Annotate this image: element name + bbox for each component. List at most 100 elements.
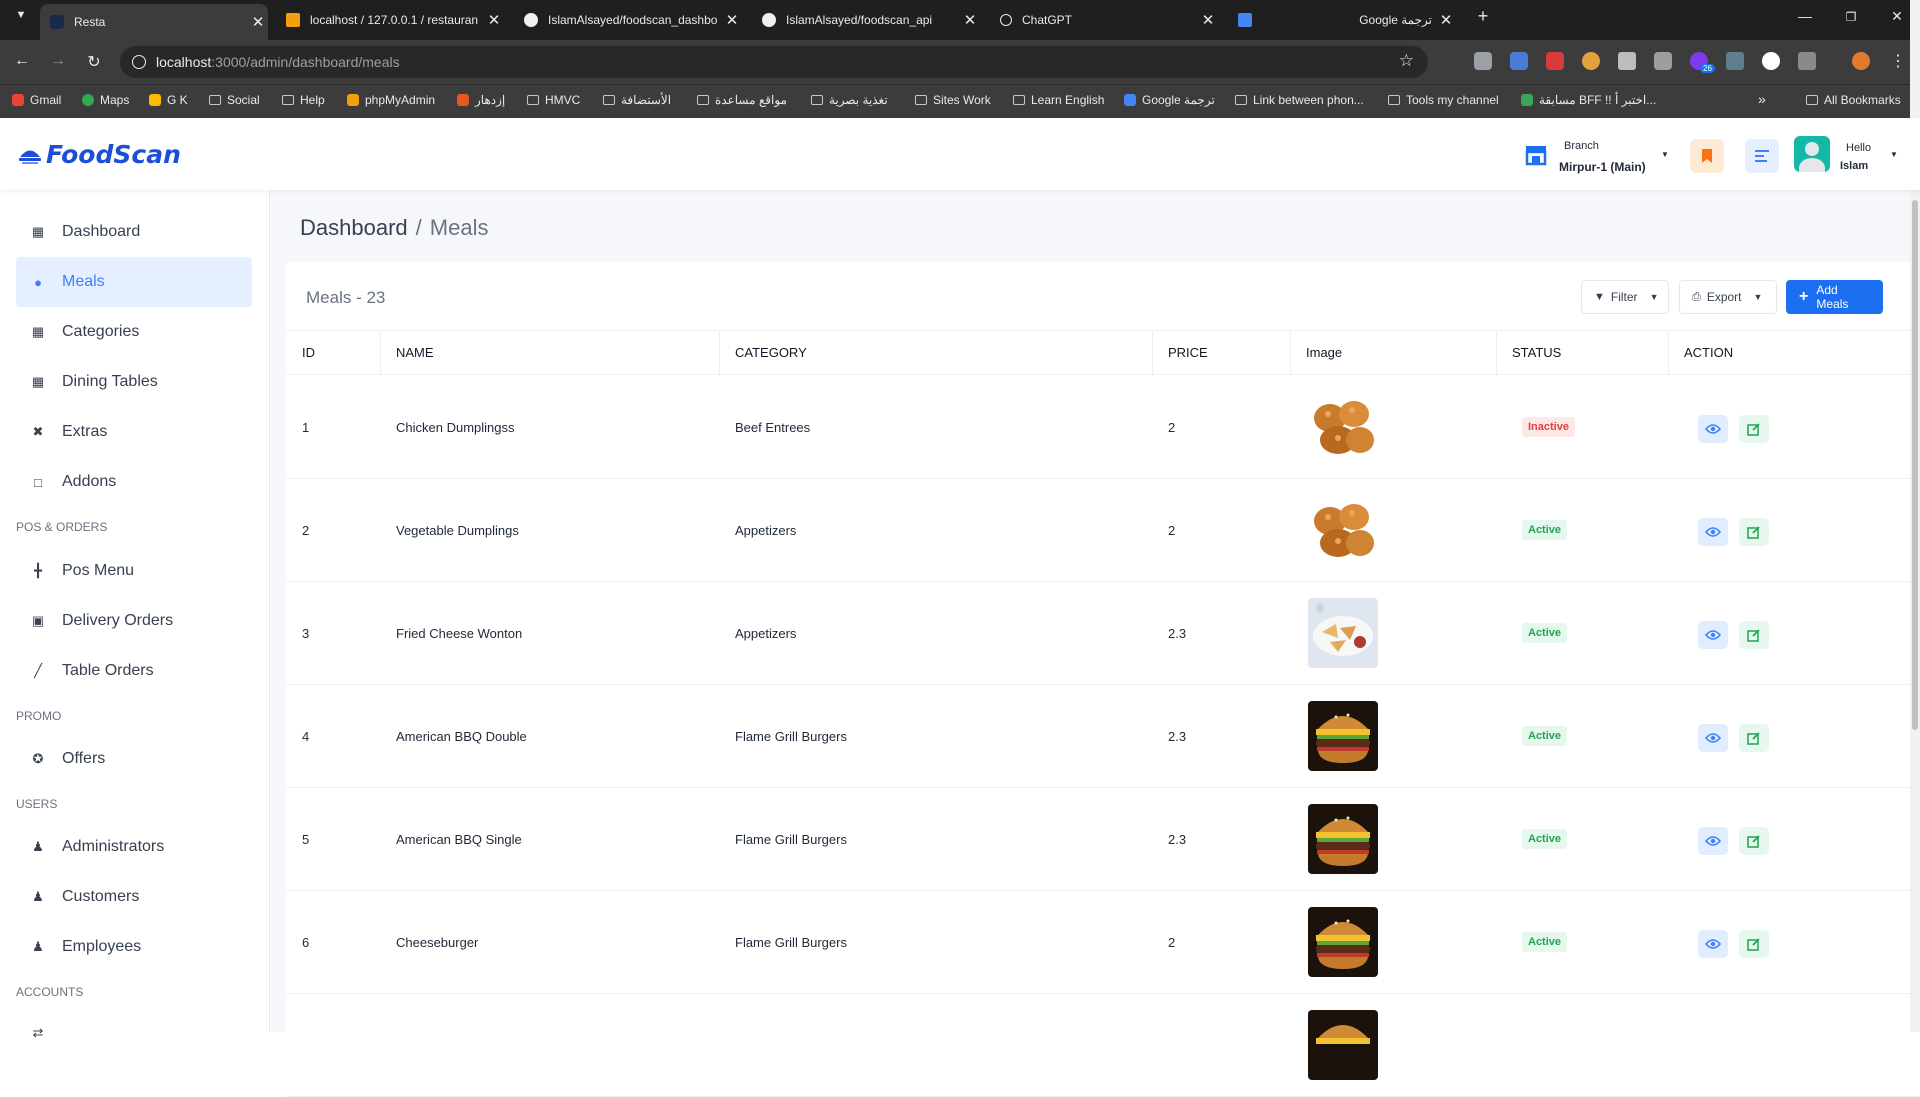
avatar[interactable]: [1794, 136, 1830, 172]
close-icon[interactable]: ✕: [1198, 11, 1218, 29]
bookmark-bff-quiz[interactable]: مسابقة BFF !! اختبر أ...: [1521, 93, 1656, 107]
back-icon[interactable]: ←: [10, 52, 34, 70]
bookmark-phpmyadmin[interactable]: phpMyAdmin: [347, 93, 435, 107]
sidebar-item-extras[interactable]: ✖ Extras: [16, 407, 252, 457]
bookmark-tools-channel[interactable]: Tools my channel: [1388, 93, 1499, 107]
edit-button[interactable]: [1739, 415, 1769, 443]
bookmark-orders-button[interactable]: [1690, 139, 1724, 173]
tab-resta[interactable]: Resta ✕: [40, 4, 268, 40]
user-name[interactable]: Islam: [1840, 160, 1868, 172]
view-button[interactable]: [1698, 621, 1728, 649]
close-icon[interactable]: ✕: [248, 13, 268, 31]
sidebar-item-administrators[interactable]: ♟ Administrators: [16, 822, 252, 872]
tab-github-dashboard[interactable]: IslamAlsayed/foodscan_dashbo ✕: [514, 6, 742, 34]
bookmark-izdihar[interactable]: إزدهار: [457, 93, 505, 107]
edit-button[interactable]: [1739, 724, 1769, 752]
sidebar-item-categories[interactable]: ▦ Categories: [16, 307, 252, 357]
view-button[interactable]: [1698, 827, 1728, 855]
bookmark-google-translate[interactable]: Google ترجمة: [1124, 93, 1215, 107]
edit-button[interactable]: [1739, 621, 1769, 649]
forward-icon[interactable]: →: [46, 52, 70, 70]
vue-devtools-icon[interactable]: [1618, 52, 1636, 70]
chevron-down-icon[interactable]: ▼: [1661, 150, 1669, 159]
view-button[interactable]: [1698, 518, 1728, 546]
new-tab-icon[interactable]: +: [1468, 6, 1498, 27]
sidebar-item-customers[interactable]: ♟ Customers: [16, 872, 252, 922]
bookmark-sites-work[interactable]: Sites Work: [915, 93, 991, 107]
site-info-icon[interactable]: [132, 55, 146, 69]
restore-icon[interactable]: ❐: [1836, 10, 1866, 24]
sidebar-item-partial[interactable]: ⇄: [16, 1008, 252, 1058]
address-bar[interactable]: localhost:3000/admin/dashboard/meals ☆: [120, 46, 1428, 78]
edit-button[interactable]: [1739, 827, 1769, 855]
breadcrumb-root[interactable]: Dashboard: [300, 215, 408, 240]
bookmark-maps[interactable]: Maps: [82, 93, 129, 107]
sidebar-item-dining-tables[interactable]: ▦ Dining Tables: [16, 357, 252, 407]
close-icon[interactable]: ✕: [1436, 11, 1456, 29]
window-close-icon[interactable]: ✕: [1882, 8, 1912, 25]
filter-button[interactable]: ▼ Filter ▼: [1581, 280, 1669, 314]
chevron-down-icon[interactable]: ▼: [1890, 150, 1898, 159]
column-header-category[interactable]: CATEGORY: [735, 345, 807, 360]
bookmark-gmail[interactable]: Gmail: [12, 93, 61, 107]
tab-github-api[interactable]: IslamAlsayed/foodscan_api ✕: [752, 6, 980, 34]
view-button[interactable]: [1698, 724, 1728, 752]
menu-toggle-button[interactable]: [1745, 139, 1779, 173]
bookmark-learn-english[interactable]: Learn English: [1013, 93, 1104, 107]
bookmark-link-between[interactable]: Link between phon...: [1235, 93, 1364, 107]
bookmark-star-icon[interactable]: ☆: [1399, 51, 1414, 71]
branch-selector[interactable]: Mirpur-1 (Main): [1559, 160, 1646, 174]
bookmark-hosting[interactable]: الأستضافة: [603, 93, 671, 107]
bookmark-help-sites[interactable]: مواقع مساعدة: [697, 93, 787, 107]
bookmark-label: Google ترجمة: [1142, 93, 1215, 107]
tab-search-icon[interactable]: ▼: [6, 9, 36, 21]
red-extension-icon[interactable]: [1546, 52, 1564, 70]
view-button[interactable]: [1698, 415, 1728, 443]
column-header-name[interactable]: NAME: [396, 345, 434, 360]
extensions-puzzle-icon[interactable]: [1798, 52, 1816, 70]
tab-phpmyadmin[interactable]: localhost / 127.0.0.1 / restauran ✕: [276, 6, 504, 34]
all-bookmarks[interactable]: All Bookmarks: [1806, 93, 1901, 107]
sidebar-item-meals[interactable]: ● Meals: [16, 257, 252, 307]
bookmark-visual-feed[interactable]: تغذية بصرية: [811, 93, 888, 107]
bookmark-gk[interactable]: G K: [149, 93, 188, 107]
more-bookmarks-icon[interactable]: »: [1758, 91, 1766, 107]
close-icon[interactable]: ✕: [484, 11, 504, 29]
sidebar-item-pos-menu[interactable]: ╋ Pos Menu: [16, 546, 252, 596]
screenshot-extension-icon[interactable]: [1474, 52, 1492, 70]
translate-extension-icon[interactable]: [1510, 52, 1528, 70]
sidebar-item-dashboard[interactable]: ▦ Dashboard: [16, 207, 252, 257]
sidebar-item-delivery-orders[interactable]: ▣ Delivery Orders: [16, 596, 252, 646]
column-header-price[interactable]: PRICE: [1168, 345, 1208, 360]
close-icon[interactable]: ✕: [960, 11, 980, 29]
edit-button[interactable]: [1739, 518, 1769, 546]
export-button[interactable]: ⎙ Export ▼: [1679, 280, 1777, 314]
tab-chatgpt[interactable]: ChatGPT ✕: [990, 6, 1218, 34]
bookmark-hmvc[interactable]: HMVC: [527, 93, 580, 107]
close-icon[interactable]: ✕: [722, 11, 742, 29]
dropper-extension-icon[interactable]: [1654, 52, 1672, 70]
status-badge: Active: [1522, 623, 1568, 643]
column-header-status[interactable]: STATUS: [1512, 345, 1561, 360]
reload-icon[interactable]: ↻: [82, 52, 106, 72]
colorful-extension-icon[interactable]: [1582, 52, 1600, 70]
notion-extension-icon[interactable]: [1762, 52, 1780, 70]
sidebar-item-addons[interactable]: □ Addons: [16, 457, 252, 507]
logo[interactable]: FoodScan: [18, 140, 181, 169]
browser-menu-icon[interactable]: ⋮: [1886, 51, 1910, 71]
tab-google-translate[interactable]: Google ترجمة ✕: [1228, 6, 1456, 34]
add-meals-button[interactable]: + Add Meals: [1786, 280, 1883, 314]
scrollbar-thumb[interactable]: [1912, 200, 1918, 730]
sidebar-item-offers[interactable]: ✪ Offers: [16, 734, 252, 784]
bookmark-social[interactable]: Social: [209, 93, 260, 107]
sidebar-item-employees[interactable]: ♟ Employees: [16, 922, 252, 972]
minimize-icon[interactable]: —: [1790, 8, 1820, 24]
monitor-extension-icon[interactable]: [1726, 52, 1744, 70]
bookmark-help[interactable]: Help: [282, 93, 325, 107]
column-header-id[interactable]: ID: [302, 345, 315, 360]
sidebar-item-table-orders[interactable]: ╱ Table Orders: [16, 646, 252, 696]
profile-avatar-icon[interactable]: [1852, 52, 1870, 70]
view-button[interactable]: [1698, 930, 1728, 958]
edit-icon: [1747, 526, 1760, 539]
edit-button[interactable]: [1739, 930, 1769, 958]
